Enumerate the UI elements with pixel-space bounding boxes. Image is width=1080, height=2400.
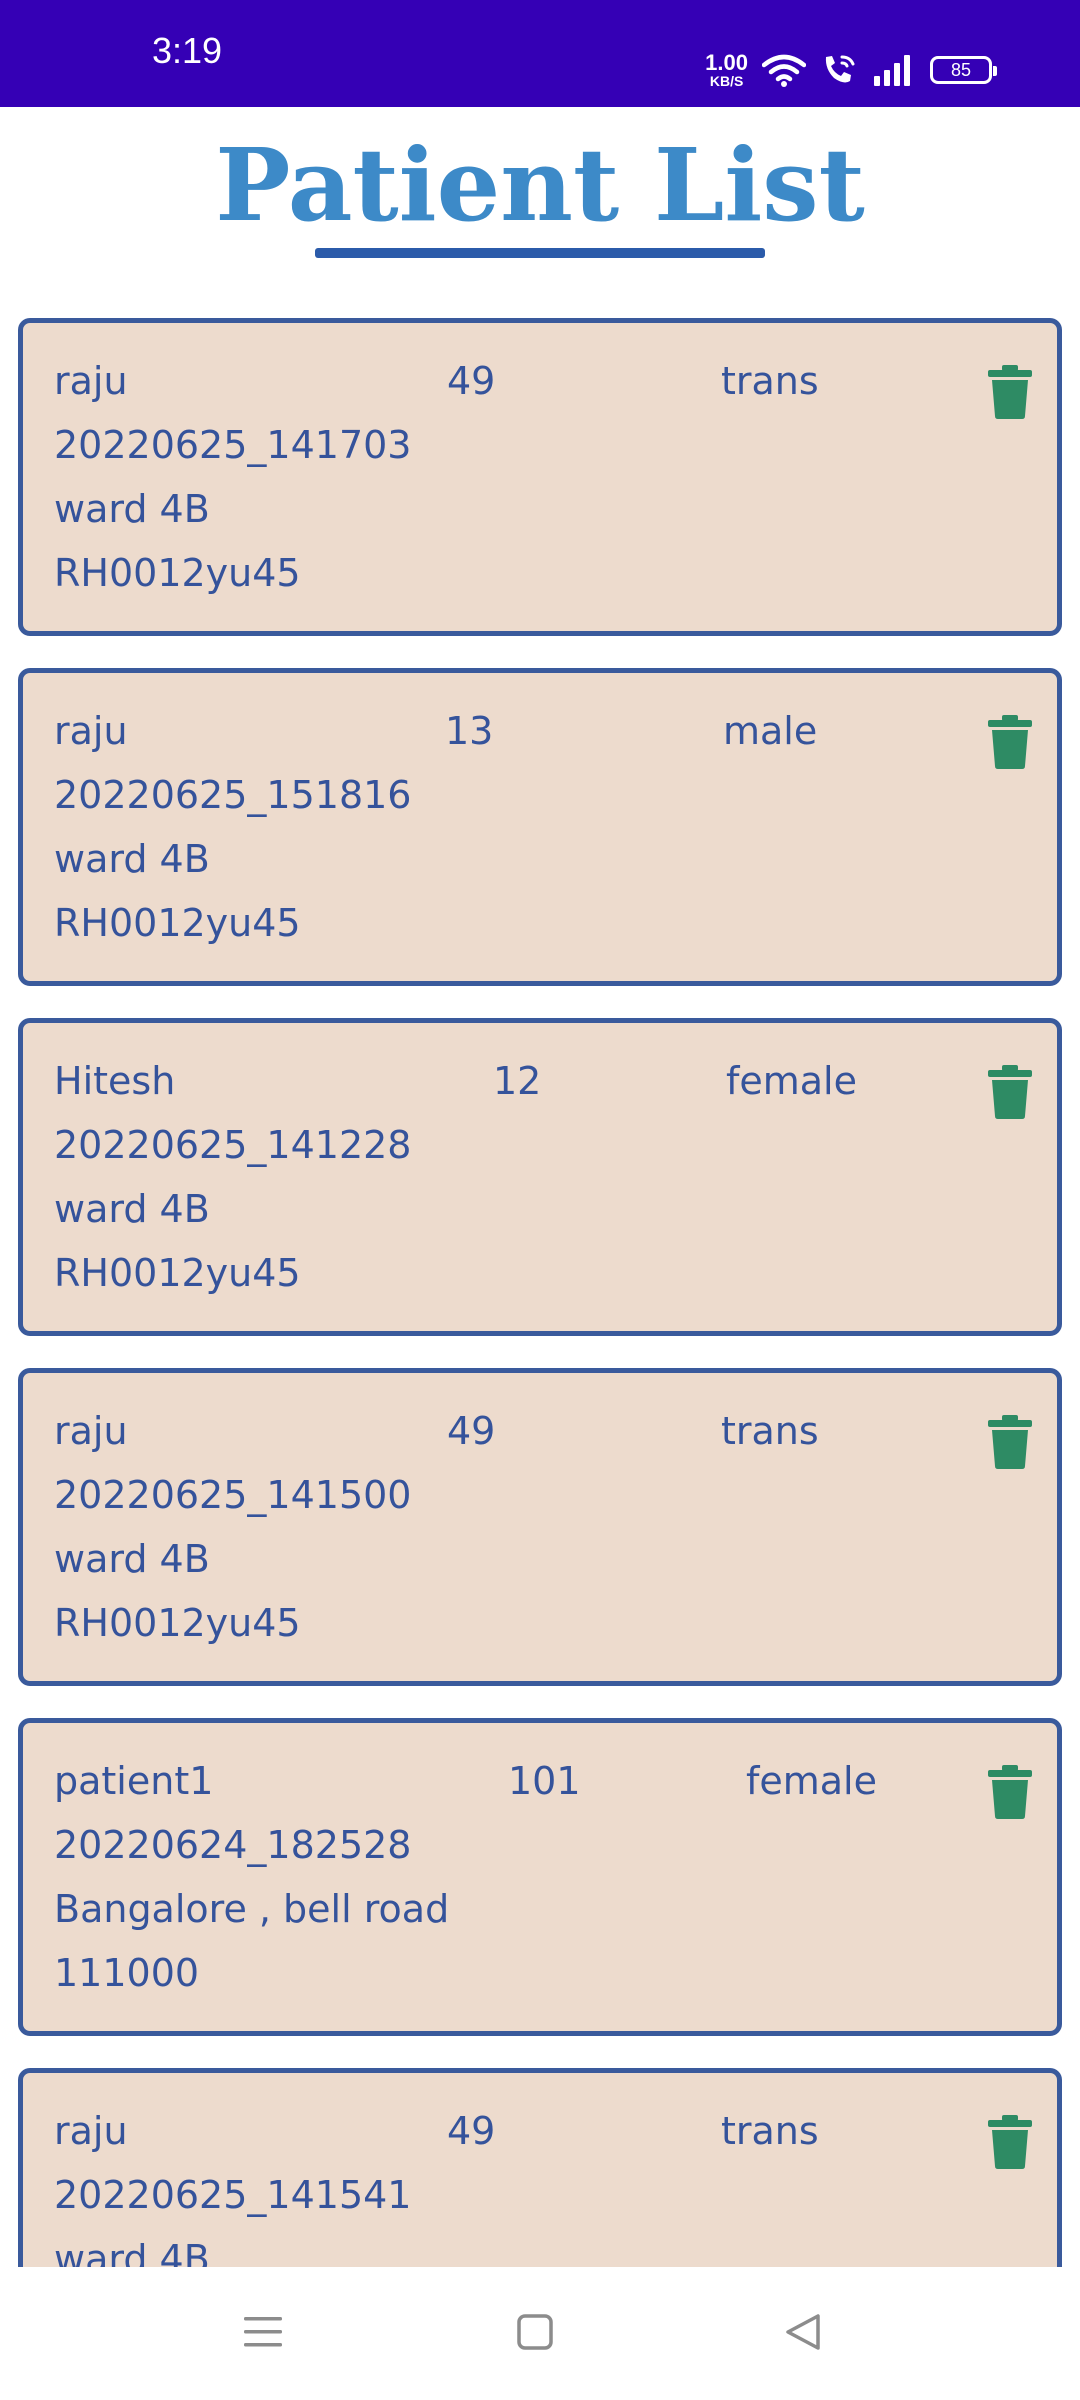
patient-id: RH0012yu45 xyxy=(54,1251,301,1295)
wifi-call-icon xyxy=(825,55,855,83)
patient-age: 101 xyxy=(508,1759,581,1803)
patient-id: RH0012yu45 xyxy=(54,551,301,595)
patient-name: raju xyxy=(54,1409,128,1453)
menu-icon xyxy=(244,2317,282,2347)
patient-id: 111000 xyxy=(54,1951,200,1995)
status-bar: 3:19 1.00 KB/S 85 xyxy=(0,0,1080,107)
status-time: 3:19 xyxy=(152,30,223,71)
trash-icon[interactable] xyxy=(988,1065,1032,1119)
trash-icon[interactable] xyxy=(988,1415,1032,1469)
home-square-icon xyxy=(517,2314,553,2350)
patient-date: 20220624_182528 xyxy=(54,1823,412,1867)
trash-icon[interactable] xyxy=(988,1765,1032,1819)
patient-date: 20220625_141541 xyxy=(54,2173,412,2217)
patient-gender: female xyxy=(746,1759,877,1803)
patient-gender: male xyxy=(723,709,818,753)
patient-date: 20220625_141500 xyxy=(54,1473,412,1517)
signal-icon xyxy=(874,55,910,86)
nav-back-button[interactable] xyxy=(768,2297,838,2367)
patient-address: ward 4B xyxy=(54,1537,210,1581)
patient-date: 20220625_151816 xyxy=(54,773,412,817)
patient-id: RH0012yu45 xyxy=(54,901,301,945)
patient-address: ward 4B xyxy=(54,487,210,531)
patient-address: ward 4B xyxy=(54,1187,210,1231)
patient-card[interactable]: raju 13 male 20220625_151816 ward 4B RH0… xyxy=(18,668,1062,986)
patient-gender: trans xyxy=(721,1409,819,1453)
patient-list[interactable]: raju 49 trans 20220625_141703 ward 4B RH… xyxy=(0,300,1080,2267)
patient-name: Hitesh xyxy=(54,1059,176,1103)
patient-age: 49 xyxy=(447,2109,496,2153)
patient-address: ward 4B xyxy=(54,837,210,881)
patient-address: Bangalore , bell road xyxy=(54,1887,450,1931)
patient-date: 20220625_141228 xyxy=(54,1123,412,1167)
trash-icon[interactable] xyxy=(988,715,1032,769)
patient-age: 13 xyxy=(445,709,494,753)
battery-icon: 85 xyxy=(930,56,997,84)
patient-age: 49 xyxy=(447,359,496,403)
patient-name: patient1 xyxy=(54,1759,214,1803)
battery-level: 85 xyxy=(950,59,972,80)
patient-address: ward 4B xyxy=(54,2237,210,2267)
page-title: Patient List xyxy=(215,126,865,244)
patient-name: raju xyxy=(54,709,128,753)
network-speed-unit: KB/S xyxy=(709,73,744,89)
patient-gender: female xyxy=(726,1059,857,1103)
patient-gender: trans xyxy=(721,359,819,403)
network-speed-value: 1.00 xyxy=(705,50,748,75)
patient-card[interactable]: raju 49 trans 20220625_141703 ward 4B RH… xyxy=(18,318,1062,636)
patient-id: RH0012yu45 xyxy=(54,1601,301,1645)
wifi-icon xyxy=(762,54,806,87)
navigation-bar xyxy=(0,2267,1080,2400)
network-speed: 1.00 KB/S xyxy=(705,50,748,89)
back-triangle-icon xyxy=(786,2314,820,2350)
patient-name: raju xyxy=(54,359,128,403)
nav-menu-button[interactable] xyxy=(228,2297,298,2367)
patient-gender: trans xyxy=(721,2109,819,2153)
title-underline xyxy=(315,248,765,258)
patient-age: 49 xyxy=(447,1409,496,1453)
patient-age: 12 xyxy=(493,1059,542,1103)
patient-card[interactable]: patient1 101 female 20220624_182528 Bang… xyxy=(18,1718,1062,2036)
patient-date: 20220625_141703 xyxy=(54,423,412,467)
trash-icon[interactable] xyxy=(988,2115,1032,2169)
patient-name: raju xyxy=(54,2109,128,2153)
patient-card[interactable]: raju 49 trans 20220625_141541 ward 4B RH… xyxy=(18,2068,1062,2267)
trash-icon[interactable] xyxy=(988,365,1032,419)
patient-card[interactable]: Hitesh 12 female 20220625_141228 ward 4B… xyxy=(18,1018,1062,1336)
patient-card[interactable]: raju 49 trans 20220625_141500 ward 4B RH… xyxy=(18,1368,1062,1686)
nav-home-button[interactable] xyxy=(500,2297,570,2367)
status-indicators: 1.00 KB/S 85 xyxy=(705,48,997,92)
